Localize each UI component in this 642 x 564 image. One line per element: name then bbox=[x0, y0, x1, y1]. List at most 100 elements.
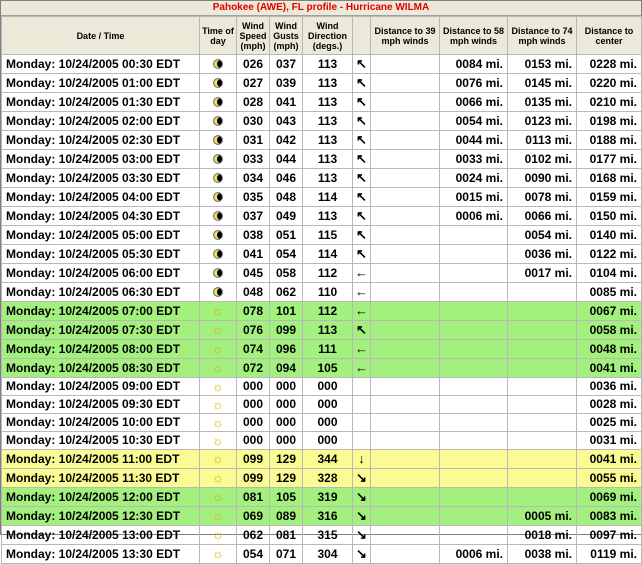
table-row[interactable]: Monday: 10/24/2005 03:00 EDT 033 044 113 ↖ 00… bbox=[1, 149, 642, 169]
distance-58-cell: 0033 mi. bbox=[439, 149, 508, 169]
table-row[interactable]: Monday: 10/24/2005 10:30 EDT ☼ 000 000 000 00… bbox=[1, 431, 642, 450]
date-cell-value: Monday: 10/24/2005 03:30 EDT bbox=[6, 170, 181, 185]
moon-icon bbox=[213, 192, 223, 203]
col-header-distance-center[interactable]: Distance to center bbox=[576, 16, 642, 55]
time-of-day-cell: ☼ bbox=[199, 358, 237, 378]
time-of-day-cell bbox=[199, 54, 237, 74]
wind-speed-cell: 099 bbox=[236, 449, 270, 469]
wind-gusts-cell-value: 058 bbox=[275, 265, 297, 280]
table-row[interactable]: Monday: 10/24/2005 06:00 EDT 045 058 112 ← 00… bbox=[1, 263, 642, 283]
time-of-day-cell bbox=[199, 73, 237, 93]
table-row[interactable]: Monday: 10/24/2005 08:00 EDT ☼ 074 096 111 ← 0… bbox=[1, 339, 642, 359]
wind-gusts-cell-value: 037 bbox=[275, 56, 297, 71]
wind-arrow-icon: ↖ bbox=[356, 322, 367, 337]
wind-gusts-cell: 101 bbox=[269, 301, 303, 321]
date-cell: Monday: 10/24/2005 03:00 EDT bbox=[1, 149, 200, 169]
distance-74-cell bbox=[507, 358, 577, 378]
wind-speed-cell: 033 bbox=[236, 149, 270, 169]
distance-58-cell bbox=[439, 468, 508, 488]
date-cell-value: Monday: 10/24/2005 06:00 EDT bbox=[6, 265, 181, 280]
col-header-distance-39[interactable]: Distance to 39 mph winds bbox=[370, 16, 440, 55]
table-row[interactable]: Monday: 10/24/2005 01:00 EDT 027 039 113 ↖ 00… bbox=[1, 73, 642, 93]
distance-58-cell: 0006 mi. bbox=[439, 206, 508, 226]
wind-gusts-cell-value: 046 bbox=[275, 170, 297, 185]
col-header-distance-74[interactable]: Distance to 74 mph winds bbox=[507, 16, 577, 55]
distance-39-cell bbox=[370, 431, 440, 450]
time-of-day-cell: ☼ bbox=[199, 320, 237, 340]
col-header-wind-speed[interactable]: Wind Speed (mph) bbox=[236, 16, 270, 55]
wind-speed-cell: 048 bbox=[236, 282, 270, 302]
wind-gusts-cell: 071 bbox=[269, 544, 303, 564]
table-row[interactable]: Monday: 10/24/2005 08:30 EDT ☼ 072 094 105 ← 0… bbox=[1, 358, 642, 378]
col-header-wind-direction[interactable]: Wind Direction (degs.) bbox=[302, 16, 353, 55]
table-row[interactable]: Monday: 10/24/2005 09:30 EDT ☼ 000 000 000 00… bbox=[1, 395, 642, 414]
distance-center-cell: 0177 mi. bbox=[576, 149, 642, 169]
table-row[interactable]: Monday: 10/24/2005 13:30 EDT ☼ 054 071 304 ↘ 0… bbox=[1, 544, 642, 564]
table-row[interactable]: Monday: 10/24/2005 10:00 EDT ☼ 000 000 000 00… bbox=[1, 413, 642, 432]
sun-icon: ☼ bbox=[212, 360, 224, 376]
distance-center-cell: 0097 mi. bbox=[576, 525, 642, 545]
table-row[interactable]: Monday: 10/24/2005 07:30 EDT ☼ 076 099 113 ↖ 0… bbox=[1, 320, 642, 340]
sun-icon: ☼ bbox=[212, 378, 224, 394]
table-row[interactable]: Monday: 10/24/2005 05:00 EDT 038 051 115 ↖ 00… bbox=[1, 225, 642, 245]
wind-direction-cell-value: 000 bbox=[317, 397, 338, 411]
direction-arrow-cell: ↓ bbox=[352, 449, 371, 469]
distance-58-cell-value: 0084 mi. bbox=[455, 56, 503, 71]
distance-58-cell bbox=[439, 525, 508, 545]
table-row[interactable]: Monday: 10/24/2005 07:00 EDT ☼ 078 101 112 ← 0… bbox=[1, 301, 642, 321]
wind-arrow-icon: ↖ bbox=[356, 246, 367, 261]
wind-speed-cell-value: 099 bbox=[242, 470, 264, 485]
distance-58-cell-value: 0024 mi. bbox=[455, 170, 503, 185]
direction-arrow-cell: ↘ bbox=[352, 468, 371, 488]
table-row[interactable]: Monday: 10/24/2005 02:00 EDT 030 043 113 ↖ 00… bbox=[1, 111, 642, 131]
wind-arrow-icon: ← bbox=[355, 265, 368, 280]
col-header-time-of-day[interactable]: Time of day bbox=[199, 16, 237, 55]
table-row[interactable]: Monday: 10/24/2005 12:30 EDT ☼ 069 089 316 ↘ 0… bbox=[1, 506, 642, 526]
table-row[interactable]: Monday: 10/24/2005 12:00 EDT ☼ 081 105 319 ↘ 0… bbox=[1, 487, 642, 507]
distance-center-cell-value: 0083 mi. bbox=[589, 508, 637, 523]
sun-icon: ☼ bbox=[212, 322, 224, 338]
wind-direction-cell-value: 114 bbox=[317, 246, 338, 261]
table-row[interactable]: Monday: 10/24/2005 09:00 EDT ☼ 000 000 000 00… bbox=[1, 377, 642, 396]
date-cell: Monday: 10/24/2005 06:30 EDT bbox=[1, 282, 200, 302]
distance-center-cell: 0198 mi. bbox=[576, 111, 642, 131]
distance-58-cell bbox=[439, 449, 508, 469]
distance-58-cell bbox=[439, 413, 508, 432]
distance-39-cell bbox=[370, 111, 440, 131]
moon-icon bbox=[213, 154, 223, 165]
distance-center-cell-value: 0041 mi. bbox=[589, 360, 637, 375]
table-row[interactable]: Monday: 10/24/2005 05:30 EDT 041 054 114 ↖ 00… bbox=[1, 244, 642, 264]
table-row[interactable]: Monday: 10/24/2005 02:30 EDT 031 042 113 ↖ 00… bbox=[1, 130, 642, 150]
date-cell-value: Monday: 10/24/2005 01:00 EDT bbox=[6, 75, 181, 90]
table-row[interactable]: Monday: 10/24/2005 03:30 EDT 034 046 113 ↖ 00… bbox=[1, 168, 642, 188]
distance-center-cell-value: 0188 mi. bbox=[589, 132, 637, 147]
distance-39-cell bbox=[370, 377, 440, 396]
table-row[interactable]: Monday: 10/24/2005 00:30 EDT 026 037 113 ↖ 00… bbox=[1, 54, 642, 74]
date-cell-value: Monday: 10/24/2005 02:00 EDT bbox=[6, 113, 181, 128]
table-row[interactable]: Monday: 10/24/2005 06:30 EDT 048 062 110 ← 00… bbox=[1, 282, 642, 302]
wind-direction-cell: 114 bbox=[302, 244, 353, 264]
wind-direction-cell: 115 bbox=[302, 225, 353, 245]
wind-speed-cell: 078 bbox=[236, 301, 270, 321]
distance-58-cell bbox=[439, 431, 508, 450]
table-row[interactable]: Monday: 10/24/2005 11:00 EDT ☼ 099 129 344 ↓ 0… bbox=[1, 449, 642, 469]
col-header-date[interactable]: Date / Time bbox=[1, 16, 200, 55]
wind-direction-cell-value: 000 bbox=[317, 433, 338, 447]
distance-74-cell: 0113 mi. bbox=[507, 130, 577, 150]
date-cell: Monday: 10/24/2005 05:30 EDT bbox=[1, 244, 200, 264]
wind-speed-cell: 027 bbox=[236, 73, 270, 93]
table-row[interactable]: Monday: 10/24/2005 01:30 EDT 028 041 113 ↖ 00… bbox=[1, 92, 642, 112]
table-row[interactable]: Monday: 10/24/2005 04:30 EDT 037 049 113 ↖ 00… bbox=[1, 206, 642, 226]
col-header-wind-gusts[interactable]: Wind Gusts (mph) bbox=[269, 16, 303, 55]
wind-speed-cell-value: 034 bbox=[242, 170, 264, 185]
wind-gusts-cell: 129 bbox=[269, 468, 303, 488]
distance-58-cell: 0024 mi. bbox=[439, 168, 508, 188]
distance-center-cell: 0085 mi. bbox=[576, 282, 642, 302]
table-row[interactable]: Monday: 10/24/2005 04:00 EDT 035 048 114 ↖ 00… bbox=[1, 187, 642, 207]
table-row[interactable]: Monday: 10/24/2005 13:00 EDT ☼ 062 081 315 ↘ 0… bbox=[1, 525, 642, 545]
wind-direction-cell-value: 328 bbox=[317, 470, 338, 485]
table-row[interactable]: Monday: 10/24/2005 11:30 EDT ☼ 099 129 328 ↘ 0… bbox=[1, 468, 642, 488]
distance-74-cell-value: 0090 mi. bbox=[524, 170, 572, 185]
col-header-distance-58[interactable]: Distance to 58 mph winds bbox=[439, 16, 508, 55]
direction-arrow-cell: ↖ bbox=[352, 320, 371, 340]
